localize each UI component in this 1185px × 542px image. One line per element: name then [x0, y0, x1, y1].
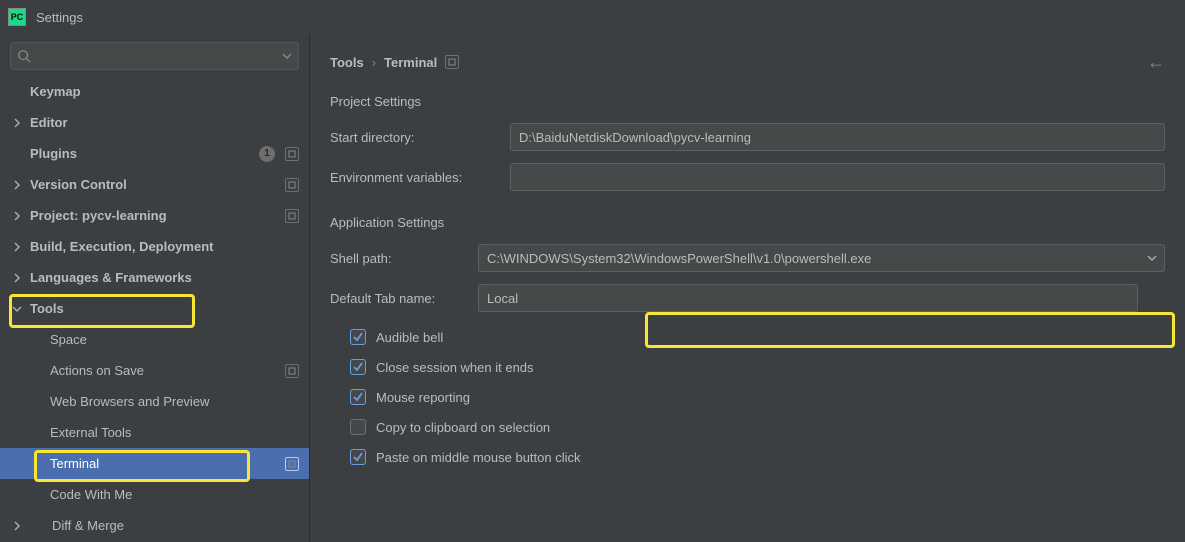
sidebar-item-label: Tools [30, 301, 64, 316]
sidebar-item-project-pycv-learning[interactable]: Project: pycv-learning [0, 200, 309, 231]
sidebar-item-label: Terminal [50, 456, 99, 471]
sidebar-item-terminal[interactable]: Terminal [0, 448, 309, 479]
default-tab-label: Default Tab name: [330, 291, 478, 306]
checkbox-label: Audible bell [376, 330, 443, 345]
breadcrumb-seg-tools[interactable]: Tools [330, 55, 364, 70]
sidebar-item-languages-frameworks[interactable]: Languages & Frameworks [0, 262, 309, 293]
sidebar-item-plugins[interactable]: Plugins 1 [0, 138, 309, 169]
scope-icon [285, 209, 299, 223]
sidebar-item-actions-on-save[interactable]: Actions on Save [0, 355, 309, 386]
checkbox-close-session-when-it-ends[interactable]: Close session when it ends [350, 352, 1165, 382]
sidebar-item-label: Plugins [30, 146, 77, 161]
scope-icon [285, 147, 299, 161]
section-project-settings: Project Settings [310, 90, 1185, 117]
shell-path-dropdown[interactable] [1139, 244, 1165, 272]
sidebar-item-label: Editor [30, 115, 68, 130]
sidebar-item-label: Actions on Save [50, 363, 144, 378]
checkbox-box [350, 449, 366, 465]
checkbox-label: Close session when it ends [376, 360, 534, 375]
checkbox-label: Paste on middle mouse button click [376, 450, 581, 465]
sidebar-item-label: External Tools [50, 425, 131, 440]
checkbox-box [350, 389, 366, 405]
breadcrumb-sep: › [372, 55, 376, 70]
sidebar-item-label: Space [50, 332, 87, 347]
checkbox-audible-bell[interactable]: Audible bell [350, 322, 1165, 352]
chevron-right-icon [10, 211, 24, 221]
env-vars-label: Environment variables: [330, 170, 510, 185]
scope-icon [285, 364, 299, 378]
start-directory-label: Start directory: [330, 130, 510, 145]
sidebar-item-label: Diff & Merge [52, 518, 124, 533]
search-input[interactable] [10, 42, 299, 70]
checkbox-group: Audible bell Close session when it ends Mo… [310, 318, 1185, 472]
sidebar-item-external-tools[interactable]: External Tools [0, 417, 309, 448]
sidebar-item-label: Build, Execution, Deployment [30, 239, 213, 254]
breadcrumb: Tools › Terminal ← [310, 34, 1185, 90]
sidebar-item-label: Project: pycv-learning [30, 208, 167, 223]
sidebar-item-label: Version Control [30, 177, 127, 192]
scope-icon [285, 178, 299, 192]
app-icon: PC [8, 8, 26, 26]
checkbox-mouse-reporting[interactable]: Mouse reporting [350, 382, 1165, 412]
chevron-down-icon [1147, 253, 1157, 263]
sidebar-item-build-execution-deployment[interactable]: Build, Execution, Deployment [0, 231, 309, 262]
sidebar-item-diff-merge[interactable]: Diff & Merge [0, 510, 309, 541]
sidebar-item-space[interactable]: Space [0, 324, 309, 355]
shell-path-field[interactable]: C:\WINDOWS\System32\WindowsPowerShell\v1… [478, 244, 1142, 272]
chevron-right-icon [10, 118, 24, 128]
checkbox-box [350, 329, 366, 345]
sidebar-item-label: Keymap [30, 84, 81, 99]
section-application-settings: Application Settings [310, 211, 1185, 238]
chevron-right-icon [10, 521, 24, 531]
checkbox-copy-to-clipboard-on-selection[interactable]: Copy to clipboard on selection [350, 412, 1165, 442]
search-icon [17, 49, 31, 63]
sidebar-item-label: Web Browsers and Preview [50, 394, 209, 409]
checkbox-label: Copy to clipboard on selection [376, 420, 550, 435]
start-directory-field[interactable]: D:\BaiduNetdiskDownload\pycv-learning [510, 123, 1165, 151]
scope-icon [285, 457, 299, 471]
window-title: Settings [36, 10, 83, 25]
titlebar: PC Settings [0, 0, 1185, 34]
sidebar-item-code-with-me[interactable]: Code With Me [0, 479, 309, 510]
sidebar-item-tools[interactable]: Tools [0, 293, 309, 324]
sidebar-item-web-browsers-and-preview[interactable]: Web Browsers and Preview [0, 386, 309, 417]
settings-tree: Keymap Editor Plugins 1 Version Control Proje… [0, 76, 309, 542]
settings-main: Tools › Terminal ← Project Settings Star… [310, 34, 1185, 542]
chevron-down-icon [10, 304, 24, 314]
sidebar-item-label: Code With Me [50, 487, 132, 502]
back-arrow-icon[interactable]: ← [1147, 52, 1165, 73]
reset-icon[interactable] [445, 55, 459, 69]
chevron-right-icon [10, 242, 24, 252]
badge: 1 [259, 146, 275, 162]
checkbox-box [350, 359, 366, 375]
default-tab-field[interactable]: Local [478, 284, 1138, 312]
sidebar-item-editor[interactable]: Editor [0, 107, 309, 138]
sidebar-item-label: Languages & Frameworks [30, 270, 192, 285]
breadcrumb-seg-terminal[interactable]: Terminal [384, 55, 437, 70]
checkbox-paste-on-middle-mouse-button-click[interactable]: Paste on middle mouse button click [350, 442, 1165, 472]
checkbox-label: Mouse reporting [376, 390, 470, 405]
env-vars-field[interactable] [510, 163, 1165, 191]
chevron-right-icon [10, 273, 24, 283]
chevron-right-icon [10, 180, 24, 190]
chevron-down-icon[interactable] [282, 49, 292, 64]
sidebar-item-version-control[interactable]: Version Control [0, 169, 309, 200]
sidebar-item-keymap[interactable]: Keymap [0, 76, 309, 107]
checkbox-box [350, 419, 366, 435]
settings-sidebar: Keymap Editor Plugins 1 Version Control Proje… [0, 34, 310, 542]
shell-path-label: Shell path: [330, 251, 478, 266]
